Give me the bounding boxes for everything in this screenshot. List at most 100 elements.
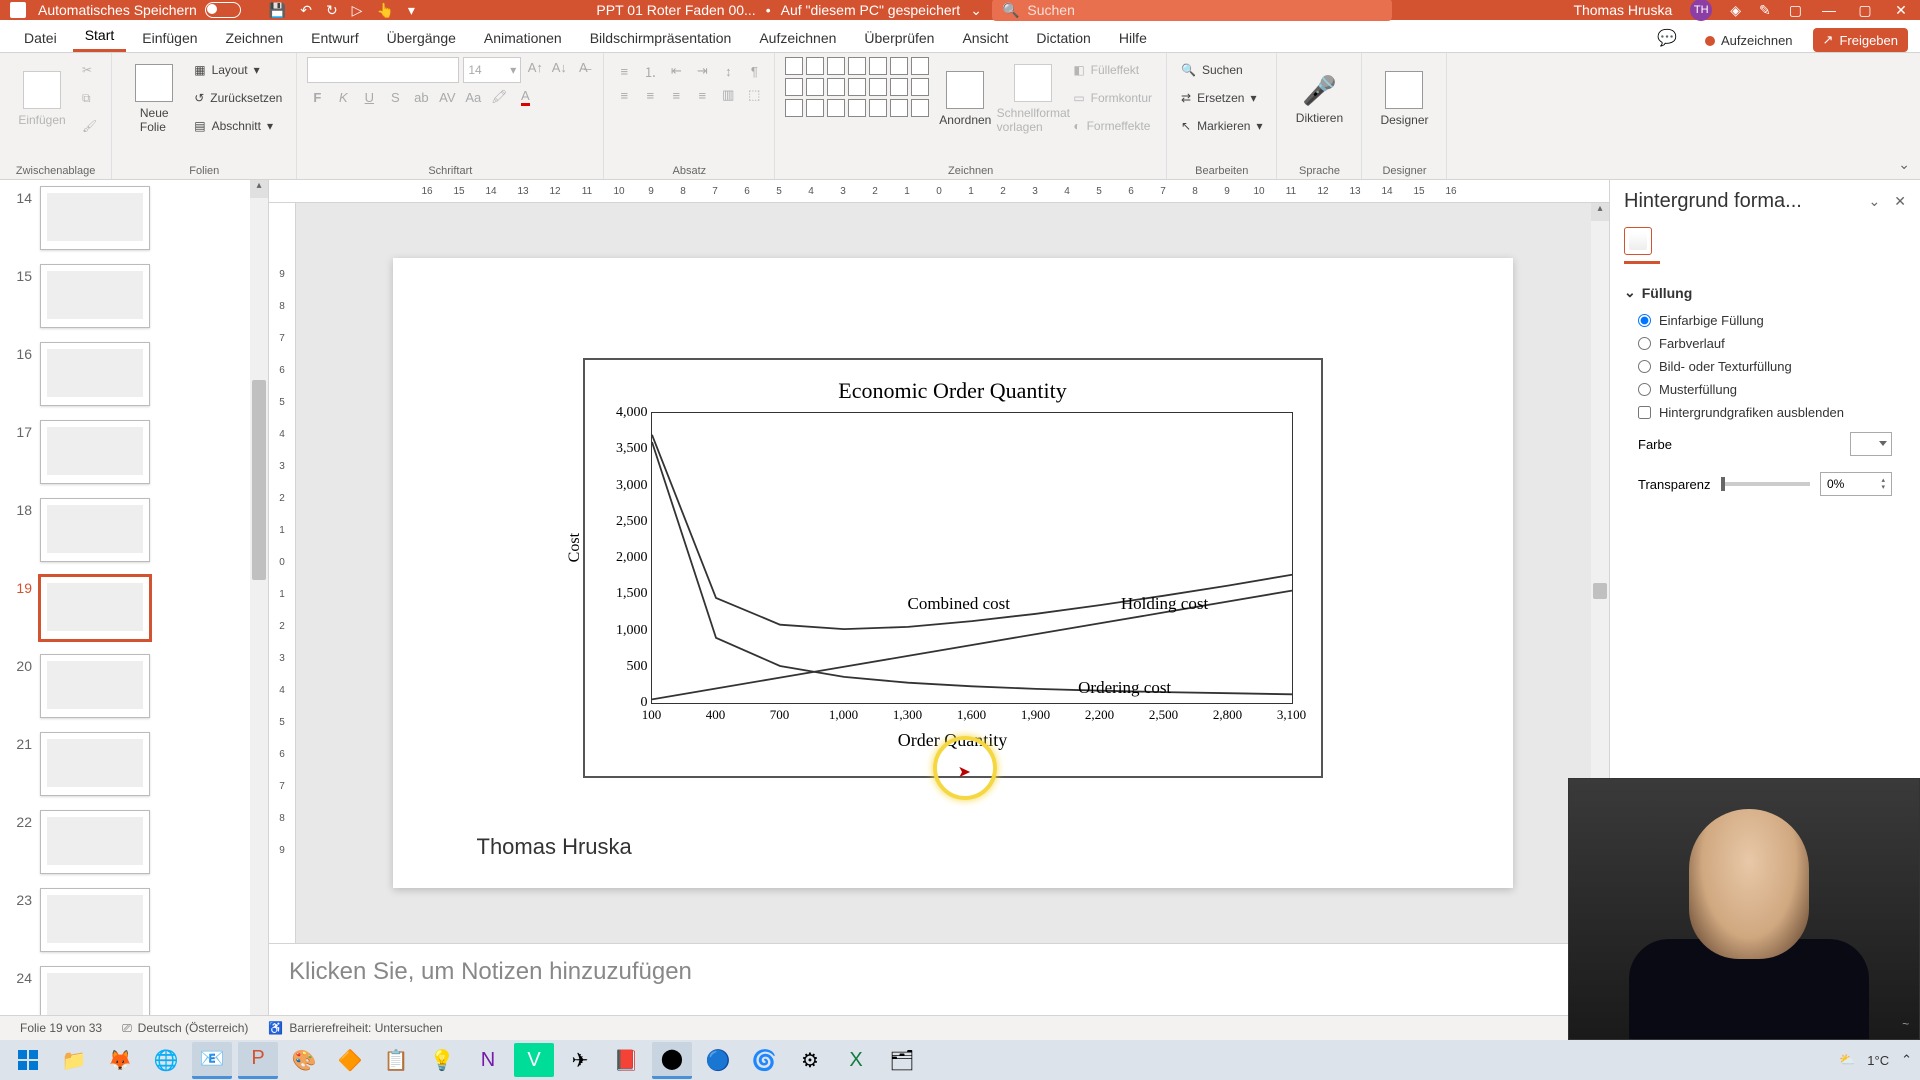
line-spacing-icon[interactable]: ↕ — [718, 61, 738, 81]
scroll-thumb[interactable] — [1593, 583, 1607, 599]
shape-effects-button[interactable]: ◐Formeffekte — [1069, 113, 1156, 139]
paste-button[interactable]: Einfügen — [10, 57, 74, 141]
tab-review[interactable]: Überprüfen — [852, 24, 946, 52]
layout-button[interactable]: ▦Layout▾ — [190, 57, 286, 83]
scroll-up-icon[interactable]: ▴ — [1591, 203, 1609, 221]
shapes-gallery[interactable] — [785, 57, 929, 117]
slide-thumb-14[interactable]: 14 — [8, 186, 248, 250]
app-icon-2[interactable]: 📋 — [376, 1043, 416, 1077]
status-slide-number[interactable]: Folie 19 von 33 — [10, 1021, 112, 1035]
tab-slideshow[interactable]: Bildschirmpräsentation — [578, 24, 744, 52]
transparency-input[interactable]: 0%▴▾ — [1820, 472, 1892, 496]
outdent-icon[interactable]: ⇤ — [666, 61, 686, 81]
start-button[interactable] — [8, 1043, 48, 1077]
shrink-font-icon[interactable]: A↓ — [549, 57, 569, 77]
italic-icon[interactable]: K — [333, 87, 353, 107]
section-button[interactable]: ▤Abschnitt▾ — [190, 113, 286, 139]
tab-animations[interactable]: Animationen — [472, 24, 574, 52]
quick-styles-button[interactable]: Schnellformat vorlagen — [1001, 57, 1065, 141]
copy-button[interactable]: ⧉ — [78, 85, 101, 111]
app-icon-3[interactable]: 💡 — [422, 1043, 462, 1077]
settings-icon[interactable]: ⚙ — [790, 1043, 830, 1077]
maximize-button[interactable]: ▢ — [1856, 1, 1874, 19]
status-language[interactable]: ⎚Deutsch (Österreich) — [112, 1021, 258, 1036]
obs-icon[interactable]: ⬤ — [652, 1042, 692, 1079]
chrome-icon[interactable]: 🌐 — [146, 1043, 186, 1077]
onenote-icon[interactable]: N — [468, 1043, 508, 1077]
pane-close-icon[interactable]: ✕ — [1894, 193, 1906, 210]
slide-thumb-20[interactable]: 20 — [8, 654, 248, 718]
justify-icon[interactable]: ≡ — [692, 85, 712, 105]
text-direction-icon[interactable]: ¶ — [744, 61, 764, 81]
app-icon-1[interactable]: 🎨 — [284, 1043, 324, 1077]
redo-icon[interactable]: ↻ — [326, 2, 338, 19]
autosave-toggle[interactable]: Automatisches Speichern — [38, 2, 241, 18]
opt-hide-graphics[interactable]: Hintergrundgrafiken ausblenden — [1624, 401, 1906, 424]
slide-canvas[interactable]: Economic Order Quantity Cost 05001,0001,… — [296, 203, 1609, 943]
scroll-thumb[interactable] — [252, 380, 266, 580]
touch-mode-icon[interactable]: 👆 — [376, 2, 393, 19]
cut-button[interactable]: ✂ — [78, 57, 101, 83]
tab-start[interactable]: Start — [73, 21, 127, 52]
tab-file[interactable]: Datei — [12, 24, 69, 52]
font-size-input[interactable]: 14▾ — [463, 57, 521, 83]
align-right-icon[interactable]: ≡ — [666, 85, 686, 105]
color-picker[interactable] — [1850, 432, 1892, 456]
tab-insert[interactable]: Einfügen — [130, 24, 209, 52]
tab-draw[interactable]: Zeichnen — [214, 24, 296, 52]
select-button[interactable]: ↖Markieren▾ — [1177, 113, 1266, 139]
slide-thumb-17[interactable]: 17 — [8, 420, 248, 484]
tab-help[interactable]: Hilfe — [1107, 24, 1159, 52]
tab-view[interactable]: Ansicht — [950, 24, 1020, 52]
from-beginning-icon[interactable]: ▷ — [352, 2, 363, 19]
app-icon-7[interactable]: 🌀 — [744, 1043, 784, 1077]
replace-button[interactable]: ⇄Ersetzen▾ — [1177, 85, 1266, 111]
vlc-icon[interactable]: 🔶 — [330, 1043, 370, 1077]
app-icon-8[interactable]: 🗂 — [882, 1043, 922, 1077]
arrange-button[interactable]: Anordnen — [933, 57, 997, 141]
smartart-icon[interactable]: ⬚ — [744, 85, 764, 105]
slide-thumb-22[interactable]: 22 — [8, 810, 248, 874]
dictate-button[interactable]: 🎤Diktieren — [1287, 57, 1351, 141]
pane-options-icon[interactable]: ⌄ — [1869, 193, 1881, 210]
slide-thumb-19[interactable]: 19 — [8, 576, 248, 640]
grow-font-icon[interactable]: A↑ — [525, 57, 545, 77]
font-family-input[interactable] — [307, 57, 459, 83]
comments-icon[interactable]: 💬 — [1649, 24, 1685, 52]
bullets-icon[interactable]: ≡ — [614, 61, 634, 81]
tray-expand-icon[interactable]: ⌃ — [1901, 1052, 1912, 1068]
opt-solid-fill[interactable]: Einfarbige Füllung — [1624, 309, 1906, 332]
new-slide-button[interactable]: Neue Folie — [122, 57, 186, 141]
indent-icon[interactable]: ⇥ — [692, 61, 712, 81]
search-box[interactable]: 🔍 Suchen — [992, 0, 1392, 21]
slide-thumb-23[interactable]: 23 — [8, 888, 248, 952]
underline-icon[interactable]: U — [359, 87, 379, 107]
case-icon[interactable]: Aa — [463, 87, 483, 107]
align-left-icon[interactable]: ≡ — [614, 85, 634, 105]
eoq-chart[interactable]: Economic Order Quantity Cost 05001,0001,… — [583, 358, 1323, 778]
app-icon-5[interactable]: 📕 — [606, 1043, 646, 1077]
highlight-icon[interactable]: 🖍 — [489, 87, 509, 107]
save-icon[interactable]: 💾 — [269, 2, 286, 19]
collapse-ribbon-icon[interactable]: ⌄ — [1898, 156, 1910, 173]
designer-button[interactable]: Designer — [1372, 57, 1436, 141]
outlook-icon[interactable]: 📧 — [192, 1042, 232, 1079]
shape-outline-button[interactable]: ▭Formkontur — [1069, 85, 1156, 111]
chevron-down-icon[interactable]: ⌄ — [970, 2, 982, 19]
columns-icon[interactable]: ▥ — [718, 85, 738, 105]
record-button[interactable]: Aufzeichnen — [1695, 29, 1803, 52]
strike-icon[interactable]: S — [385, 87, 405, 107]
font-color-icon[interactable]: A — [515, 87, 535, 107]
slide-thumb-16[interactable]: 16 — [8, 342, 248, 406]
tab-transitions[interactable]: Übergänge — [375, 24, 468, 52]
tab-design[interactable]: Entwurf — [299, 24, 370, 52]
minimize-button[interactable]: — — [1820, 1, 1838, 19]
align-center-icon[interactable]: ≡ — [640, 85, 660, 105]
opt-picture-fill[interactable]: Bild- oder Texturfüllung — [1624, 355, 1906, 378]
format-painter-button[interactable]: 🖌 — [78, 113, 101, 139]
opt-pattern-fill[interactable]: Musterfüllung — [1624, 378, 1906, 401]
excel-icon[interactable]: X — [836, 1043, 876, 1077]
app-icon-4[interactable]: V — [514, 1043, 554, 1077]
app-icon-6[interactable]: 🔵 — [698, 1043, 738, 1077]
transparency-slider[interactable] — [1721, 482, 1811, 486]
